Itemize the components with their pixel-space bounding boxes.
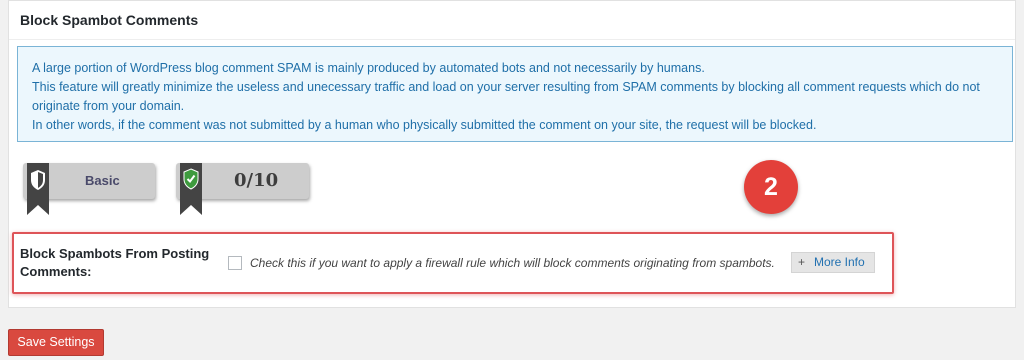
info-line: A large portion of WordPress blog commen…	[32, 61, 705, 75]
panel-header: Block Spambot Comments	[9, 1, 1015, 40]
security-level-label: Basic	[85, 173, 120, 188]
info-box: A large portion of WordPress blog commen…	[17, 46, 1013, 142]
save-settings-button[interactable]: Save Settings	[8, 329, 104, 356]
more-info-button[interactable]: + More Info	[791, 252, 875, 273]
shield-icon	[27, 163, 49, 215]
plus-icon: +	[798, 255, 806, 269]
setting-label: Block Spambots From Posting Comments:	[20, 246, 210, 279]
info-line: In other words, if the comment was not s…	[32, 118, 817, 132]
block-spambots-checkbox[interactable]	[228, 256, 242, 270]
shield-check-icon	[180, 163, 202, 215]
security-points-label: 0/10	[234, 170, 279, 191]
security-level-badge: Basic	[23, 163, 155, 215]
step-number-marker: 2	[744, 160, 798, 214]
more-info-label: More Info	[814, 255, 865, 269]
panel-title: Block Spambot Comments	[20, 12, 199, 28]
setting-description: Check this if you want to apply a firewa…	[250, 256, 775, 270]
info-line: This feature will greatly minimize the u…	[32, 80, 980, 113]
security-points-badge: 0/10	[176, 163, 309, 215]
